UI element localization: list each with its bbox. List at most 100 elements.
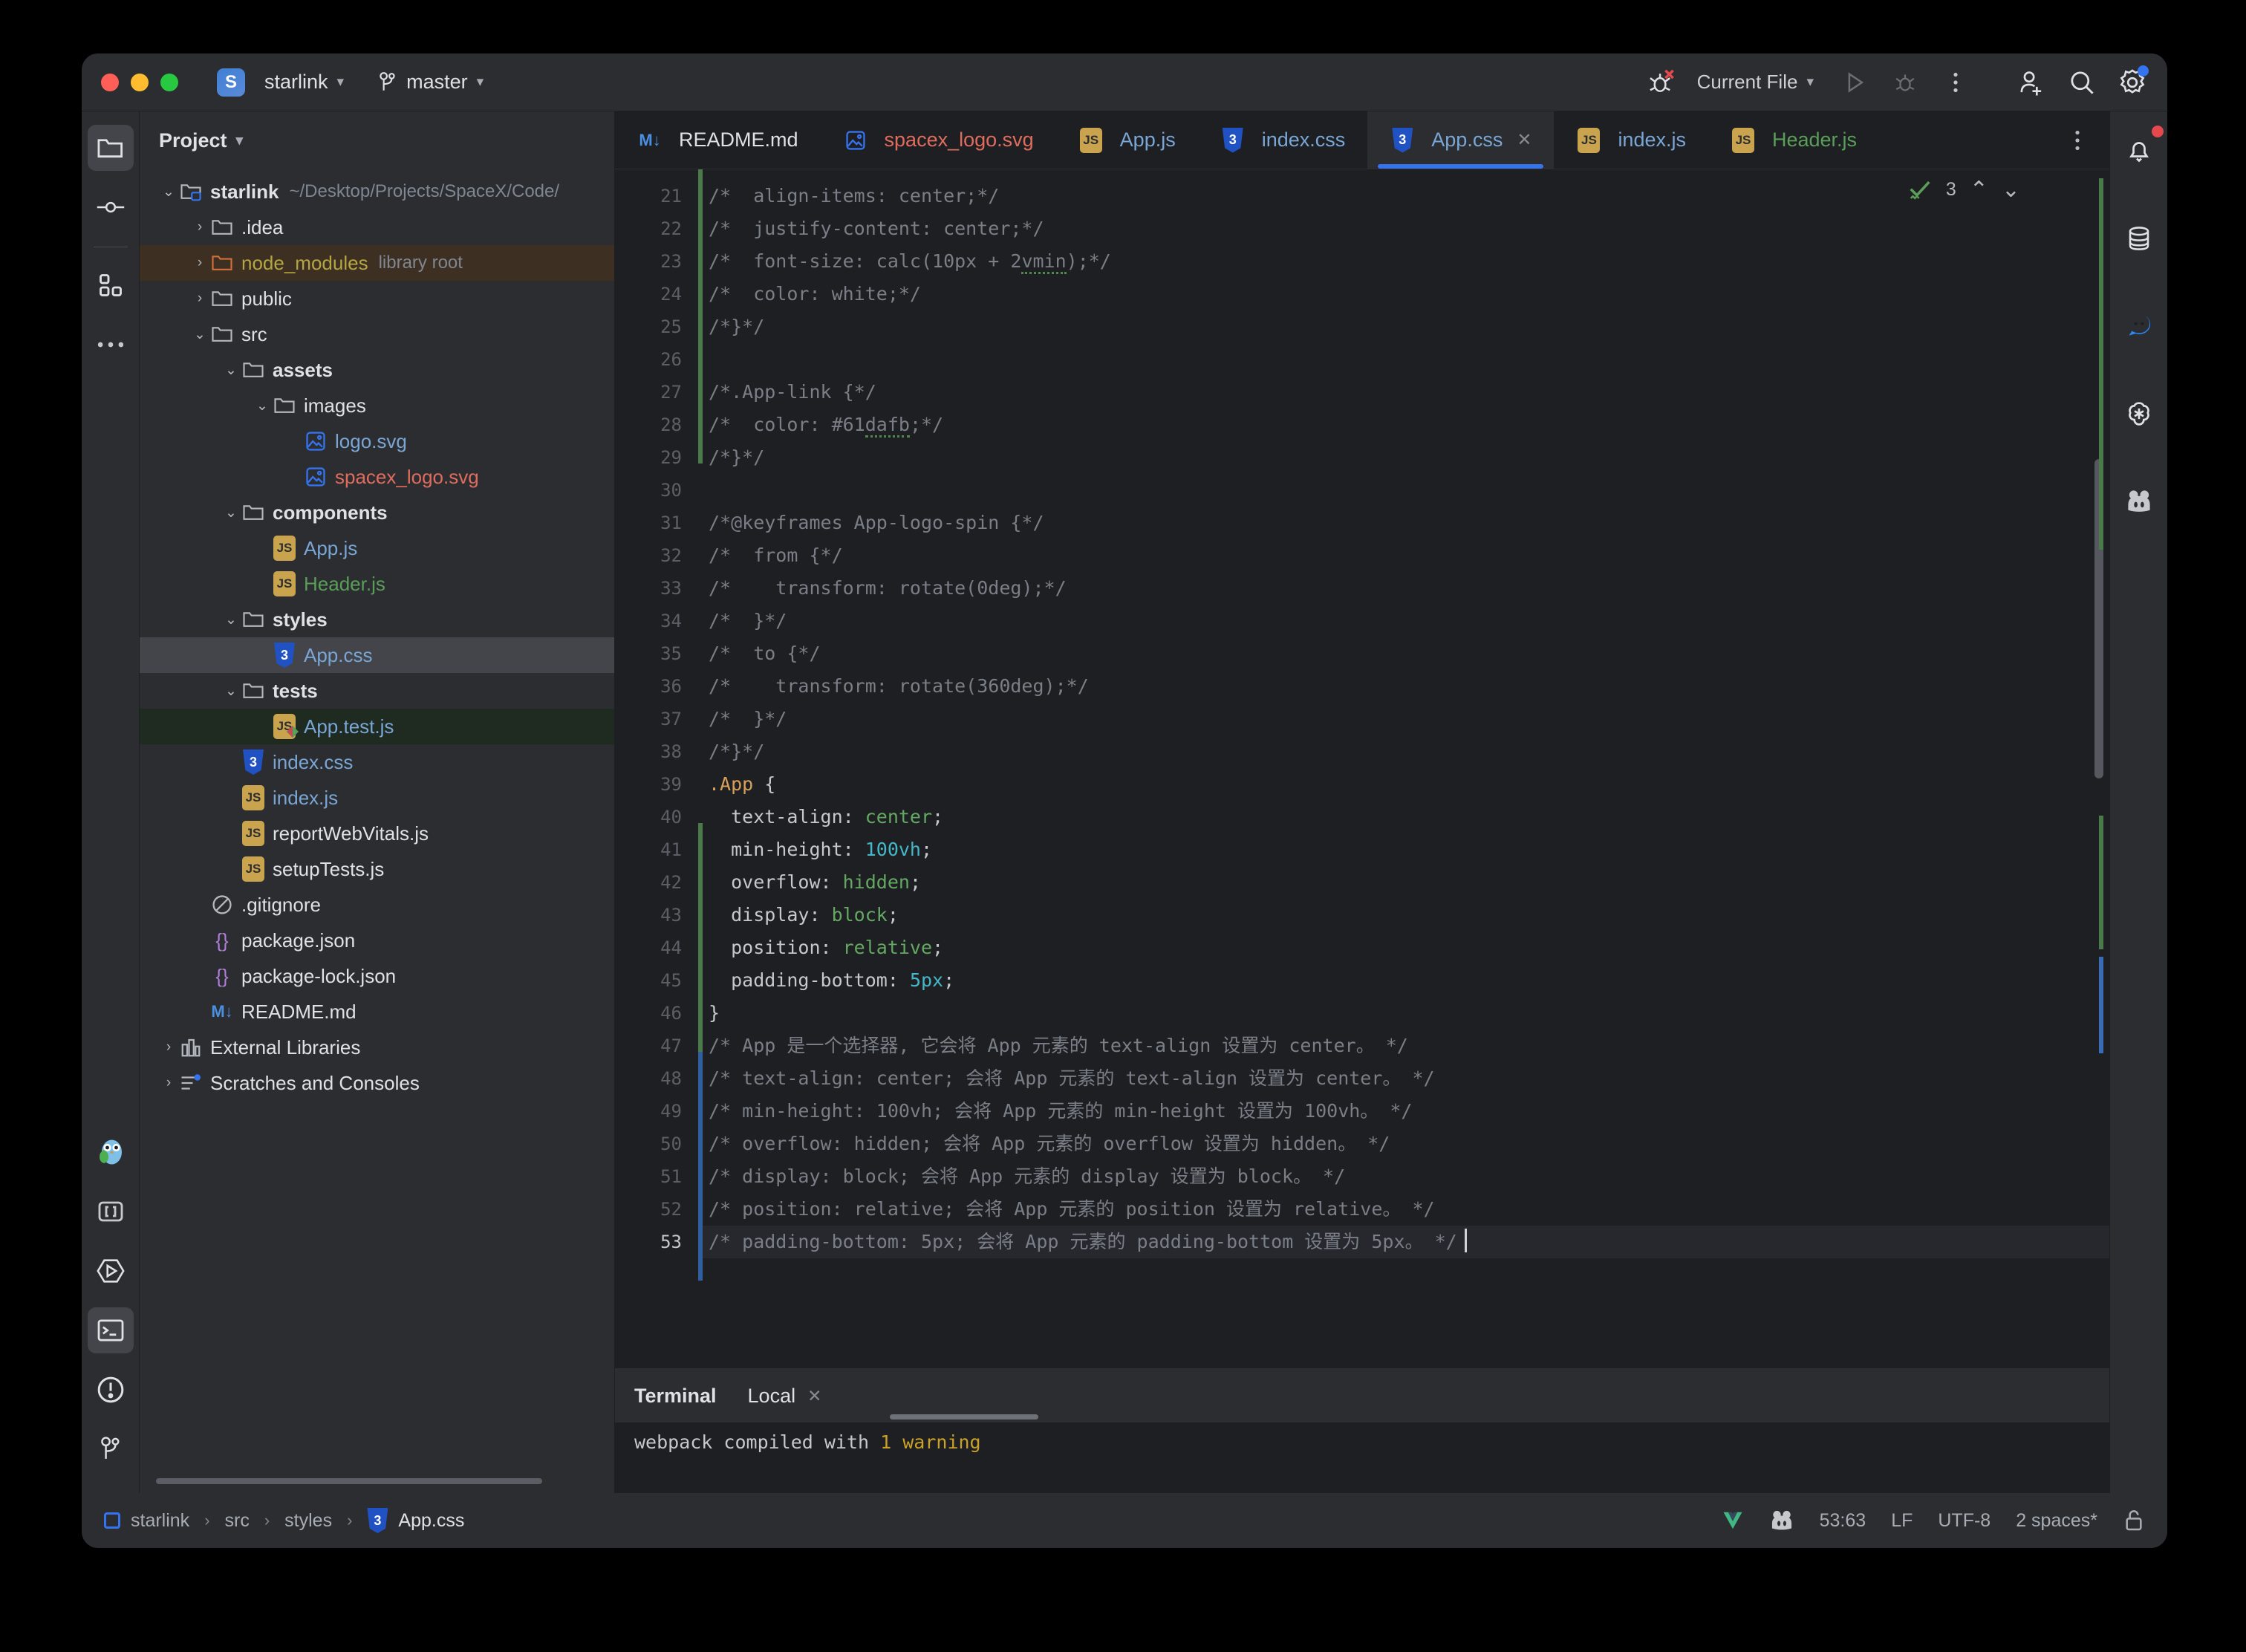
tree-item-scratches-and-consoles[interactable]: ›Scratches and Consoles xyxy=(140,1065,614,1101)
commit-icon[interactable] xyxy=(88,184,134,230)
copilot-icon[interactable] xyxy=(2116,478,2162,524)
run-configuration-selector[interactable]: Current File ▾ xyxy=(1697,71,1814,94)
editor-tab-readme-md[interactable]: M↓README.md xyxy=(615,111,821,169)
settings-gear-icon[interactable] xyxy=(2117,67,2148,98)
more-dots-icon[interactable] xyxy=(88,322,134,368)
chevron-right-icon[interactable]: › xyxy=(190,255,209,271)
editor-tab-index-css[interactable]: 3index.css xyxy=(1198,111,1368,169)
close-icon[interactable]: ✕ xyxy=(807,1386,821,1406)
code-line[interactable]: /* position: relative; 会将 App 元素的 positi… xyxy=(698,1193,2109,1226)
tree-item-starlink[interactable]: ⌄starlink~/Desktop/Projects/SpaceX/Code/ xyxy=(140,174,614,209)
tree-item-public[interactable]: ›public xyxy=(140,281,614,316)
code-line[interactable]: /* from {*/ xyxy=(698,539,2109,572)
code-line[interactable]: /* justify-content: center;*/ xyxy=(698,212,2109,245)
ai-chat-icon[interactable] xyxy=(2116,303,2162,349)
notifications-bell-icon[interactable] xyxy=(2116,128,2162,174)
file-encoding[interactable]: UTF-8 xyxy=(1938,1510,1991,1532)
code-line[interactable]: /* padding-bottom: 5px; 会将 App 元素的 paddi… xyxy=(698,1226,2109,1258)
breadcrumb-item-2[interactable]: styles xyxy=(284,1510,332,1532)
chevron-down-icon[interactable]: ⌄ xyxy=(221,611,241,628)
code-line[interactable]: .App { xyxy=(698,768,2109,801)
project-panel-header[interactable]: Project ▾ xyxy=(140,111,614,169)
tree-item-package-json[interactable]: ›{}package.json xyxy=(140,923,614,958)
chevron-right-icon[interactable]: › xyxy=(190,219,209,235)
code-line[interactable]: min-height: 100vh; xyxy=(698,833,2109,866)
code-line[interactable]: /* text-align: center; 会将 App 元素的 text-a… xyxy=(698,1062,2109,1095)
chevron-right-icon[interactable]: › xyxy=(159,1075,178,1091)
breadcrumb-item-1[interactable]: src xyxy=(225,1510,250,1532)
line-separator[interactable]: LF xyxy=(1891,1510,1913,1532)
tree-item-images[interactable]: ⌄images xyxy=(140,388,614,423)
tree-item-styles[interactable]: ⌄styles xyxy=(140,602,614,637)
code-line[interactable]: overflow: hidden; xyxy=(698,866,2109,899)
code-line[interactable]: /* App 是一个选择器, 它会将 App 元素的 text-align 设置… xyxy=(698,1030,2109,1062)
tree-item-package-lock-json[interactable]: ›{}package-lock.json xyxy=(140,958,614,994)
code-line[interactable]: /* overflow: hidden; 会将 App 元素的 overflow… xyxy=(698,1128,2109,1160)
chevron-down-icon[interactable]: ⌄ xyxy=(221,504,241,521)
owl-assistant-icon[interactable] xyxy=(88,1129,134,1175)
tree-item-tests[interactable]: ⌄tests xyxy=(140,673,614,709)
inspection-prev-icon[interactable]: ⌃ xyxy=(1970,177,1988,203)
code-line[interactable]: /*}*/ xyxy=(698,310,2109,343)
tree-item-index-js[interactable]: ›JSindex.js xyxy=(140,780,614,816)
code-line[interactable]: /*}*/ xyxy=(698,441,2109,474)
tree-item-logo-svg[interactable]: ›logo.svg xyxy=(140,423,614,459)
project-tree[interactable]: ⌄starlink~/Desktop/Projects/SpaceX/Code/… xyxy=(140,169,614,1477)
project-horizontal-scrollbar[interactable] xyxy=(140,1477,614,1493)
code-line[interactable]: /* color: white;*/ xyxy=(698,278,2109,310)
editor-tab-app-js[interactable]: JSApp.js xyxy=(1056,111,1198,169)
tree-item-setuptests-js[interactable]: ›JSsetupTests.js xyxy=(140,851,614,887)
plugins-icon[interactable] xyxy=(88,262,134,308)
tree-item-src[interactable]: ⌄src xyxy=(140,316,614,352)
unlocked-icon[interactable] xyxy=(2123,1509,2145,1532)
code-line[interactable]: /* align-items: center;*/ xyxy=(698,180,2109,212)
inspection-next-icon[interactable]: ⌄ xyxy=(2002,177,2020,203)
tree-item-reportwebvitals-js[interactable]: ›JSreportWebVitals.js xyxy=(140,816,614,851)
editor-tab-spacex-logo-svg[interactable]: spacex_logo.svg xyxy=(821,111,1056,169)
chevron-down-icon[interactable]: ⌄ xyxy=(253,397,272,414)
tree-item-assets[interactable]: ⌄assets xyxy=(140,352,614,388)
openai-icon[interactable] xyxy=(2116,391,2162,437)
code-line[interactable]: /* }*/ xyxy=(698,703,2109,735)
terminal-local-tab[interactable]: Local ✕ xyxy=(748,1385,822,1408)
chevron-right-icon[interactable]: › xyxy=(190,290,209,307)
maximize-window-button[interactable] xyxy=(160,74,178,91)
inspection-widget[interactable]: 3 ⌃ ⌄ xyxy=(1907,177,2020,203)
tree-item-index-css[interactable]: ›3index.css xyxy=(140,744,614,780)
tree-item-header-js[interactable]: ›JSHeader.js xyxy=(140,566,614,602)
code-line[interactable]: /* transform: rotate(0deg);*/ xyxy=(698,572,2109,605)
minimize-window-button[interactable] xyxy=(131,74,149,91)
vue-icon[interactable] xyxy=(1722,1510,1744,1531)
chevron-down-icon[interactable]: ⌄ xyxy=(221,683,241,700)
more-vertical-icon[interactable] xyxy=(1940,67,1971,98)
tree-item--idea[interactable]: ›.idea xyxy=(140,209,614,245)
code-line[interactable]: /*@keyframes App-logo-spin {*/ xyxy=(698,507,2109,539)
code-line[interactable]: text-align: center; xyxy=(698,801,2109,833)
branch-selector[interactable]: master ▾ xyxy=(371,66,491,98)
code-editor[interactable]: 2122232425262728293031323334353637383940… xyxy=(615,169,2109,1368)
code-line[interactable]: /* color: #61dafb;*/ xyxy=(698,409,2109,441)
code-line[interactable]: /* }*/ xyxy=(698,605,2109,637)
code-line[interactable]: /* to {*/ xyxy=(698,637,2109,670)
project-folder-icon[interactable] xyxy=(88,125,134,171)
editor-tabs-more-icon[interactable] xyxy=(2045,111,2109,169)
breadcrumb[interactable]: starlink › src › styles › 3 App.css xyxy=(104,1508,464,1533)
debug-error-icon[interactable] xyxy=(1647,67,1678,98)
chevron-down-icon[interactable]: ⌄ xyxy=(221,362,241,379)
tree-item-readme-md[interactable]: ›M↓README.md xyxy=(140,994,614,1030)
tree-item-external-libraries[interactable]: ›External Libraries xyxy=(140,1030,614,1065)
chevron-right-icon[interactable]: › xyxy=(159,1039,178,1056)
terminal-icon[interactable] xyxy=(88,1307,134,1353)
code-line[interactable]: /* transform: rotate(360deg);*/ xyxy=(698,670,2109,703)
code-line[interactable] xyxy=(698,474,2109,507)
tree-item-app-js[interactable]: ›JSApp.js xyxy=(140,530,614,566)
problems-icon[interactable] xyxy=(88,1367,134,1413)
search-icon[interactable] xyxy=(2066,67,2097,98)
tree-item-spacex-logo-svg[interactable]: ›spacex_logo.svg xyxy=(140,459,614,495)
code-line[interactable]: /*}*/ xyxy=(698,735,2109,768)
database-icon[interactable] xyxy=(2116,215,2162,261)
project-selector[interactable]: S starlink ▾ xyxy=(209,64,351,101)
code-line[interactable]: /* font-size: calc(10px + 2vmin);*/ xyxy=(698,245,2109,278)
run-hexagon-icon[interactable] xyxy=(88,1248,134,1294)
tree-item-node-modules[interactable]: ›node_moduleslibrary root xyxy=(140,245,614,281)
